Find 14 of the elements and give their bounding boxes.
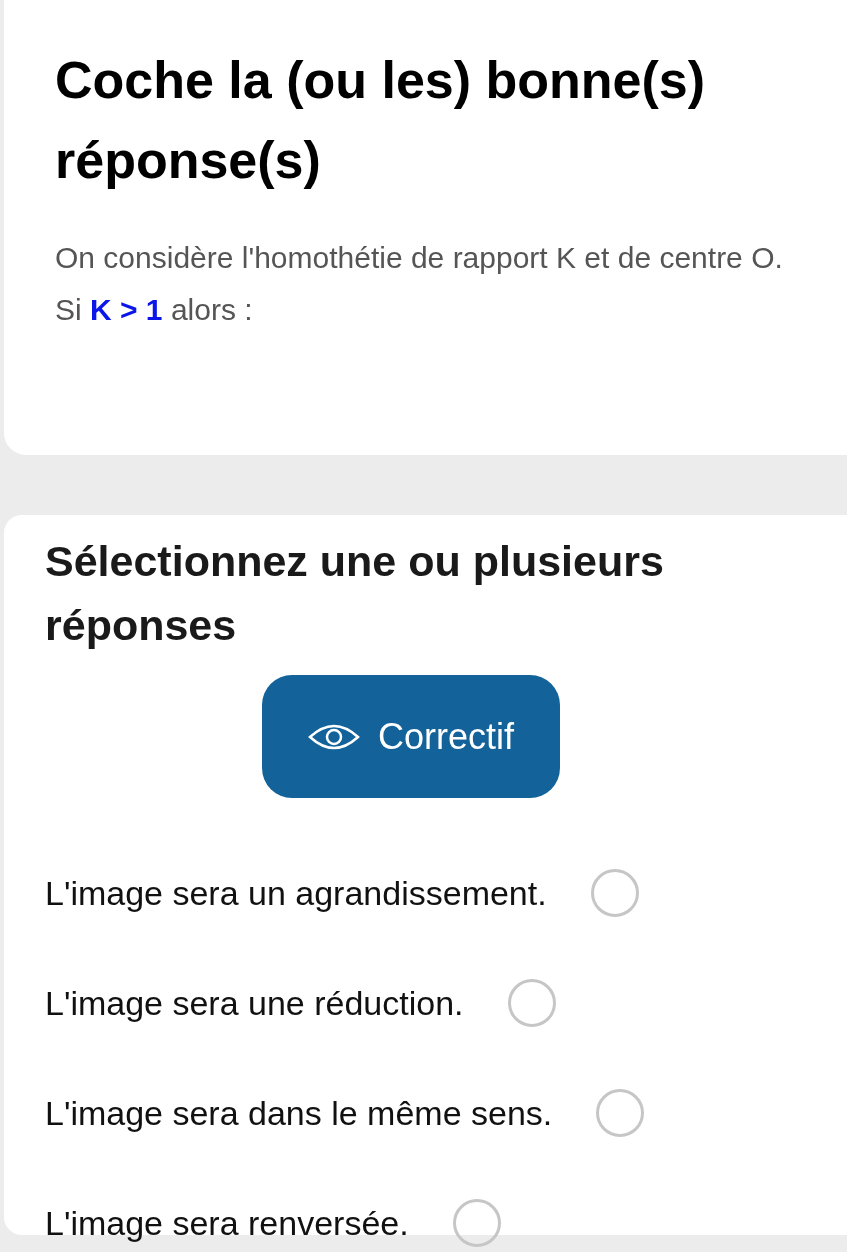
radio-button[interactable] [596, 1089, 645, 1137]
radio-button[interactable] [507, 979, 556, 1027]
radio-button[interactable] [590, 869, 639, 917]
option-label: L'image sera une réduction. [45, 983, 464, 1023]
eye-icon [308, 722, 360, 751]
question-statement: On considère l'homothétie de rapport K et de centre O. [55, 240, 784, 276]
answers-heading: Sélectionnez une ou plusieurs réponses [45, 536, 665, 651]
option-label: L'image sera un agrandissement. [45, 873, 547, 913]
question-condition: Si K > 1 alors : [55, 292, 254, 328]
correction-button[interactable]: Correctif [262, 675, 560, 798]
option-label: L'image sera renversée. [45, 1203, 409, 1243]
question-title: Coche la (ou les) bonne(s) réponse(s) [55, 50, 707, 191]
option-label: L'image sera dans le même sens. [45, 1093, 553, 1133]
radio-button[interactable] [452, 1199, 501, 1247]
